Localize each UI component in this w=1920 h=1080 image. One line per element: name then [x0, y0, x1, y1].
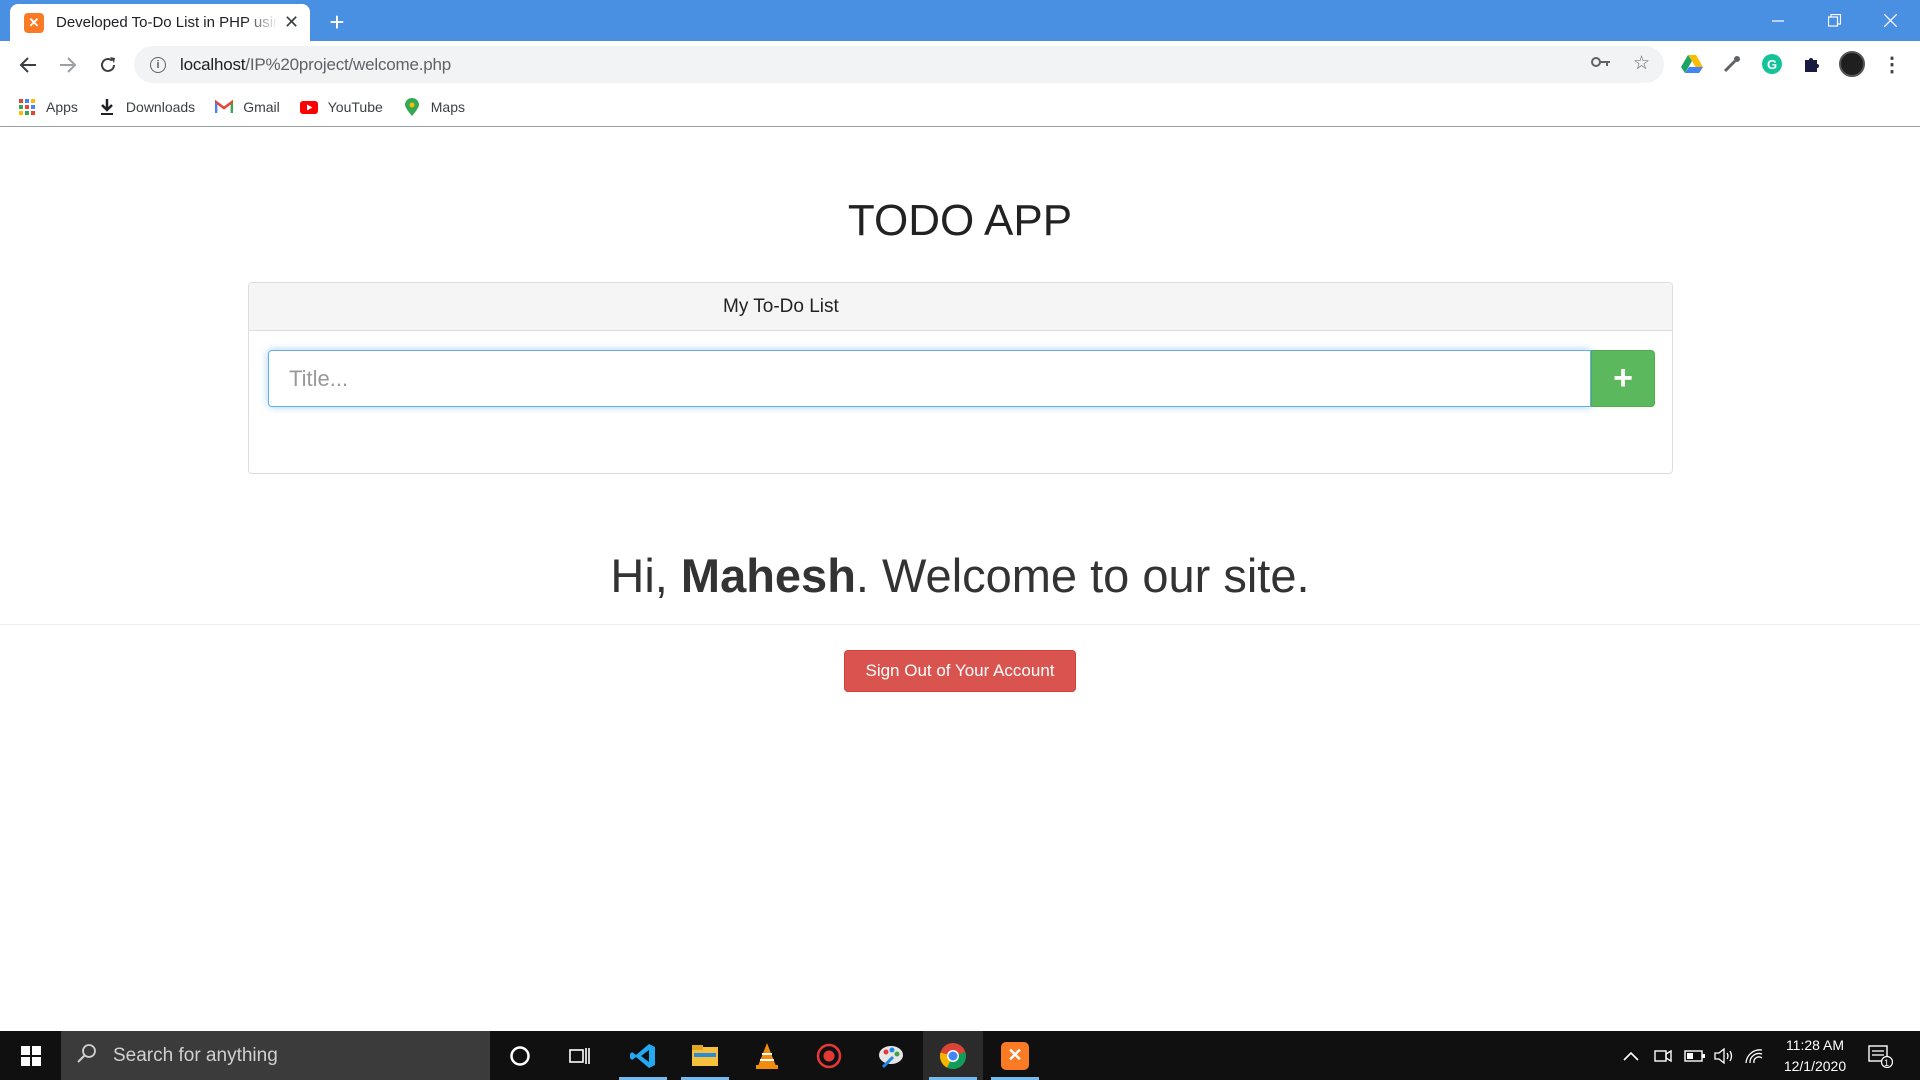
xampp-taskbar-icon[interactable]: ✕ — [985, 1031, 1045, 1080]
clock-time: 11:28 AM — [1785, 1037, 1845, 1053]
vlc-icon[interactable] — [737, 1031, 797, 1080]
browser-toolbar: i localhost/IP%20project/welcome.php ☆ G… — [0, 41, 1920, 88]
xampp-icon: ✕ — [24, 12, 44, 33]
profile-avatar[interactable] — [1838, 50, 1866, 78]
bookmark-label: Maps — [430, 99, 465, 115]
browser-tab-strip: ✕ Developed To-Do List in PHP using MySQ… — [0, 0, 1920, 41]
youtube-icon — [299, 98, 318, 116]
reload-icon[interactable] — [88, 45, 128, 85]
bookmark-label: Gmail — [243, 99, 280, 115]
page-content: TODO APP My To-Do List + Hi, Mahesh. Wel… — [0, 128, 1920, 1031]
chrome-taskbar-icon[interactable] — [923, 1031, 983, 1080]
address-bar[interactable]: i localhost/IP%20project/welcome.php ☆ — [134, 46, 1664, 83]
username: Mahesh — [680, 549, 856, 602]
search-icon — [77, 1043, 97, 1069]
todo-panel: My To-Do List + — [248, 282, 1673, 474]
welcome-prefix: Hi, — [610, 549, 681, 602]
bookmark-gmail[interactable]: Gmail — [215, 98, 280, 116]
grammarly-icon[interactable]: G — [1758, 50, 1786, 78]
sign-out-button[interactable]: Sign Out of Your Account — [844, 650, 1076, 692]
url-text: localhost/IP%20project/welcome.php — [180, 55, 451, 75]
tab-title: Developed To-Do List in PHP using MySQL — [56, 14, 278, 31]
file-explorer-icon[interactable] — [675, 1031, 735, 1080]
taskbar-search-placeholder: Search for anything — [113, 1044, 278, 1066]
key-icon[interactable] — [1590, 52, 1611, 75]
page-title: TODO APP — [847, 196, 1073, 245]
plus-icon: + — [1613, 359, 1633, 397]
taskbar-search-box[interactable]: Search for anything — [61, 1031, 490, 1080]
bookmark-label: YouTube — [327, 99, 383, 115]
google-drive-icon[interactable] — [1678, 50, 1706, 78]
site-info-icon[interactable]: i — [150, 56, 166, 73]
forward-icon[interactable] — [48, 45, 88, 85]
download-icon — [98, 98, 116, 116]
paint-3d-icon[interactable] — [861, 1031, 921, 1080]
add-todo-button[interactable]: + — [1591, 350, 1655, 407]
taskbar-clock[interactable]: 11:28 AM 12/1/2020 — [1760, 1035, 1870, 1077]
meet-now-icon[interactable] — [1654, 1031, 1672, 1080]
bookmark-maps[interactable]: Maps — [403, 98, 465, 116]
divider — [0, 624, 1920, 625]
browser-menu-icon[interactable]: ⋮ — [1878, 50, 1906, 78]
bookmark-label: Downloads — [125, 99, 196, 115]
battery-icon[interactable] — [1684, 1031, 1706, 1080]
todo-input-group: + — [268, 350, 1655, 407]
bookmark-star-icon[interactable]: ☆ — [1633, 52, 1650, 75]
show-hidden-icons-icon[interactable] — [1622, 1031, 1640, 1080]
bookmark-apps[interactable]: Apps — [18, 98, 78, 116]
extensions-puzzle-icon[interactable] — [1798, 50, 1826, 78]
eyedropper-icon[interactable] — [1718, 50, 1746, 78]
welcome-suffix: . Welcome to our site. — [855, 549, 1310, 602]
maps-pin-icon — [403, 98, 421, 116]
back-icon[interactable] — [8, 45, 48, 85]
action-center-icon[interactable]: 1 — [1868, 1031, 1894, 1080]
new-tab-button[interactable]: + — [322, 8, 352, 36]
volume-icon[interactable] — [1714, 1031, 1734, 1080]
windows-start-icon[interactable] — [0, 1031, 61, 1080]
close-tab-icon[interactable]: ✕ — [284, 12, 299, 33]
apps-grid-icon — [18, 98, 36, 116]
vscode-taskbar-icon[interactable] — [613, 1031, 673, 1080]
clock-date: 12/1/2020 — [1783, 1058, 1847, 1074]
restore-icon[interactable] — [1806, 0, 1862, 41]
todo-title-input[interactable] — [268, 350, 1591, 407]
browser-tab-active[interactable]: ✕ Developed To-Do List in PHP using MySQ… — [10, 4, 310, 41]
url-path: /IP%20project/welcome.php — [245, 54, 452, 74]
windows-taskbar: Search for anything ✕ 11:28 AM 12/1/2020… — [0, 1031, 1920, 1080]
close-window-icon[interactable] — [1862, 0, 1918, 41]
gmail-icon — [215, 98, 234, 116]
screen-recorder-icon[interactable] — [799, 1031, 859, 1080]
welcome-message: Hi, Mahesh. Welcome to our site. — [0, 548, 1920, 603]
task-view-icon[interactable] — [550, 1031, 610, 1080]
panel-heading: My To-Do List — [249, 283, 1672, 331]
bookmarks-bar: Apps Downloads Gmail YouTube Maps — [0, 88, 1920, 127]
bookmark-downloads[interactable]: Downloads — [98, 98, 195, 116]
minimize-icon[interactable] — [1750, 0, 1806, 41]
bookmark-label: Apps — [46, 99, 78, 115]
url-host: localhost — [180, 54, 246, 74]
notification-count-badge: 1 — [1884, 1058, 1890, 1068]
bookmark-youtube[interactable]: YouTube — [299, 98, 383, 116]
cortana-icon[interactable] — [490, 1031, 550, 1080]
